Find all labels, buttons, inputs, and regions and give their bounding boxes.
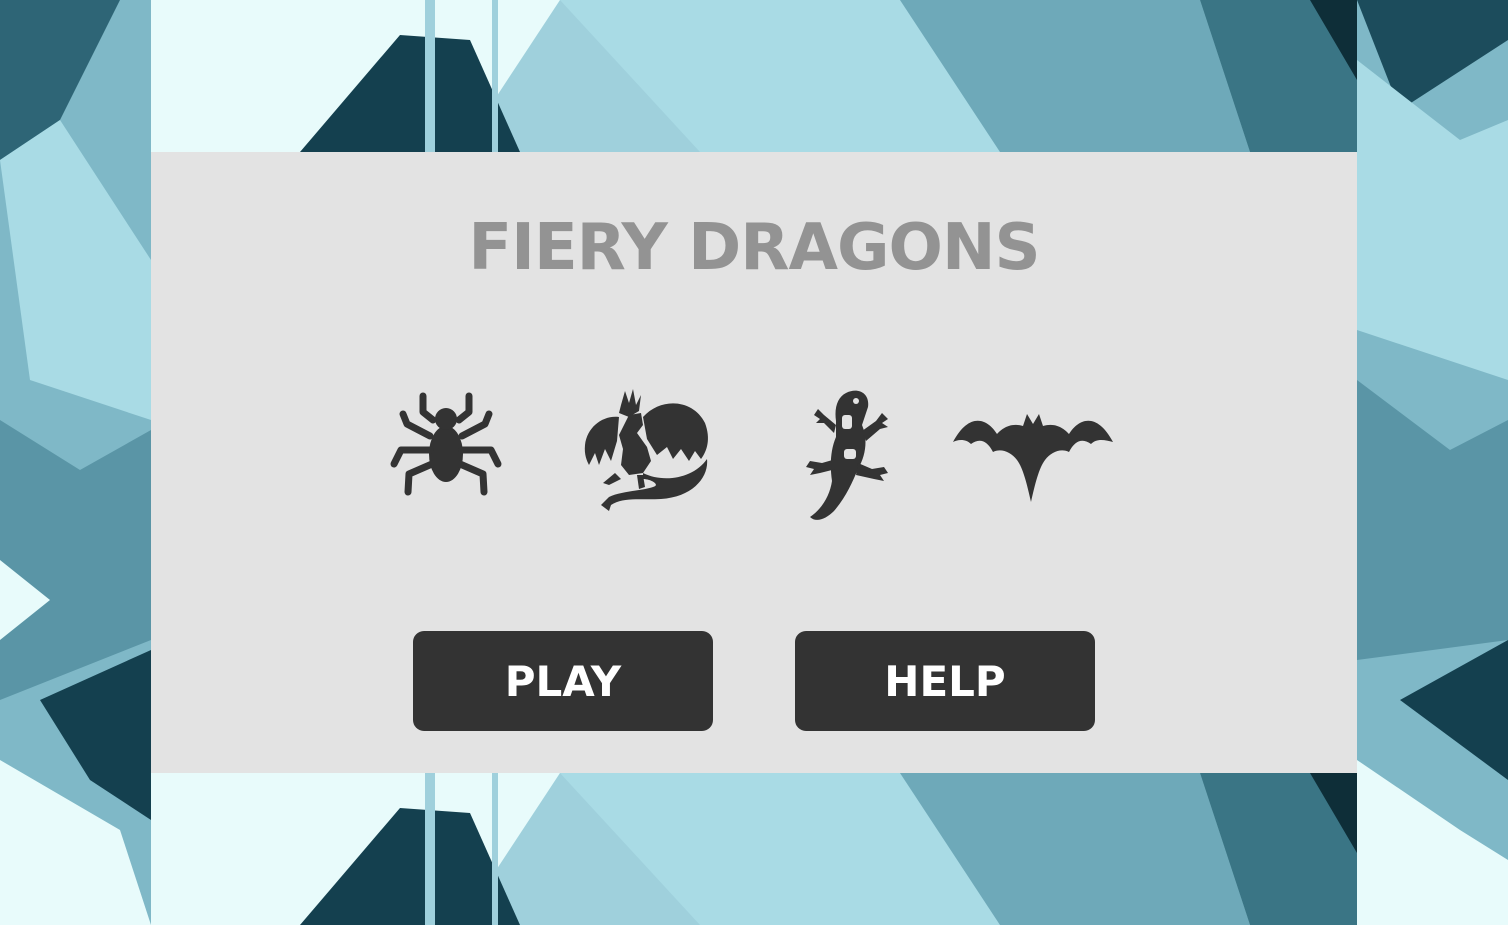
- salamander-icon: [806, 390, 888, 520]
- play-button[interactable]: PLAY: [413, 631, 713, 731]
- spider-icon: [390, 392, 502, 496]
- dragon-icon: [584, 389, 708, 511]
- game-title: FIERY DRAGONS: [468, 211, 1040, 285]
- help-button[interactable]: HELP: [795, 631, 1095, 731]
- main-menu-panel: FIERY DRAGONS PLAY HELP: [151, 152, 1357, 773]
- bat-icon: [953, 414, 1113, 502]
